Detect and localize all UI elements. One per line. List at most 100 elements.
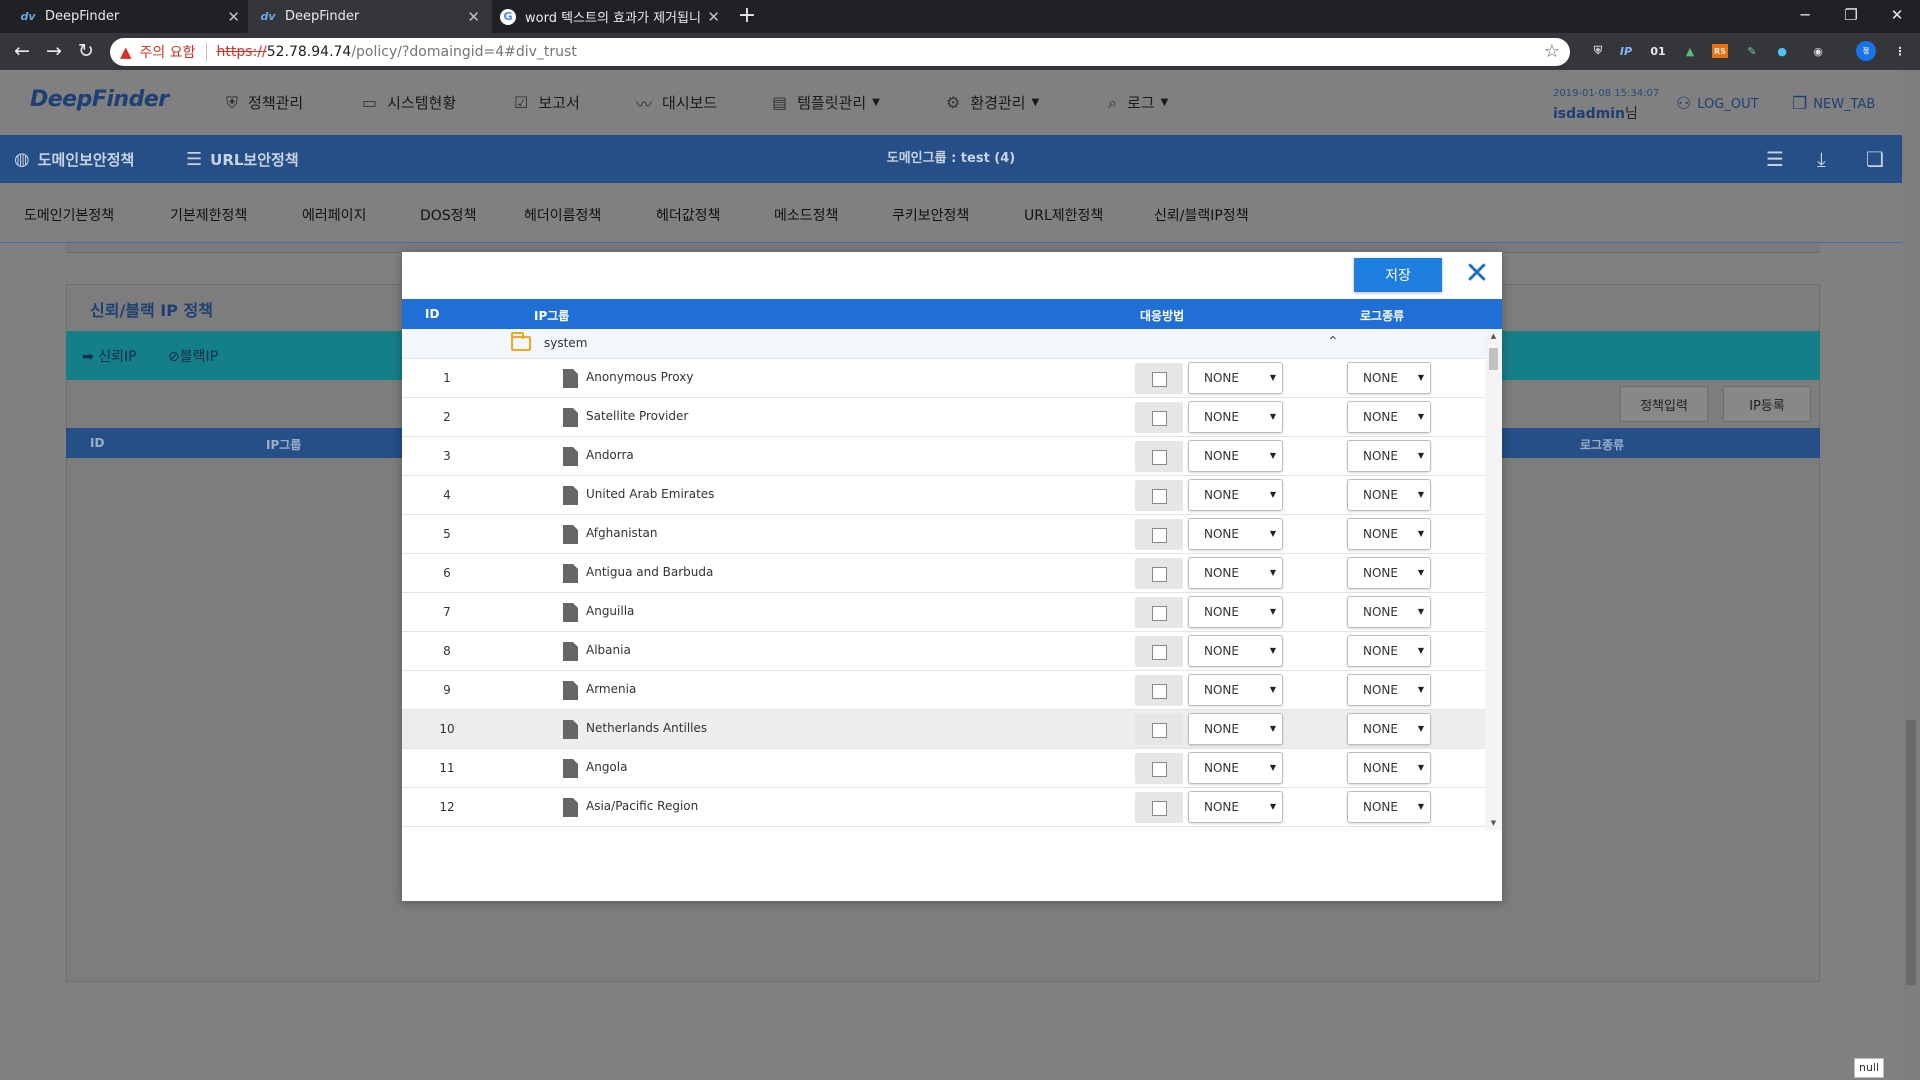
page-scrollbar-thumb[interactable] xyxy=(1906,720,1916,985)
table-row[interactable]: 10 Netherlands Antilles NONE NONE xyxy=(402,710,1485,749)
row-checkbox[interactable] xyxy=(1135,363,1183,394)
tab-url-restriction[interactable]: URL제한정책 xyxy=(1024,205,1103,225)
row-checkbox[interactable] xyxy=(1135,753,1183,784)
chevron-up-icon[interactable]: ⌃ xyxy=(1327,334,1339,350)
table-row[interactable]: 9 Armenia NONE NONE xyxy=(402,671,1485,710)
address-bar[interactable]: ▲ 주의 요함 https:// 52.78.94.74 /policy/?do… xyxy=(110,38,1570,66)
response-select[interactable]: NONE xyxy=(1188,635,1283,667)
tab-domain-basic[interactable]: 도메인기본정책 xyxy=(24,205,114,225)
logout-button[interactable]: ⚇ LOG_OUT xyxy=(1676,94,1759,114)
security-warning[interactable]: 주의 요함 xyxy=(140,42,196,62)
restore-icon[interactable]: ❐ xyxy=(1828,0,1874,30)
log-type-select[interactable]: NONE xyxy=(1347,440,1431,472)
back-icon[interactable]: ← xyxy=(8,37,36,65)
row-checkbox[interactable] xyxy=(1135,714,1183,745)
tab-dos[interactable]: DOS정책 xyxy=(420,205,476,225)
extension-shield-icon[interactable]: ⛨ xyxy=(1588,41,1608,61)
nav-dashboard[interactable]: 〰 대시보드 xyxy=(636,70,717,135)
tab-header-name[interactable]: 헤더이름정책 xyxy=(524,205,601,225)
browser-tab-1[interactable]: dv DeepFinder ✕ xyxy=(8,0,252,33)
extension-drive-icon[interactable]: ▲ xyxy=(1680,41,1700,61)
log-type-select[interactable]: NONE xyxy=(1347,635,1431,667)
response-select[interactable]: NONE xyxy=(1188,362,1283,394)
extension-01-icon[interactable]: 01 xyxy=(1648,41,1668,61)
modal-scrollbar-thumb[interactable] xyxy=(1489,348,1498,370)
response-select[interactable]: NONE xyxy=(1188,596,1283,628)
log-type-select[interactable]: NONE xyxy=(1347,752,1431,784)
response-select[interactable]: NONE xyxy=(1188,440,1283,472)
row-checkbox[interactable] xyxy=(1135,441,1183,472)
bookmark-star-icon[interactable]: ☆ xyxy=(1544,41,1560,62)
extension-circle-icon[interactable]: ◉ xyxy=(1808,41,1828,61)
log-type-select[interactable]: NONE xyxy=(1347,518,1431,550)
response-select[interactable]: NONE xyxy=(1188,518,1283,550)
nav-system-status[interactable]: ▭ 시스템현황 xyxy=(362,70,456,135)
row-checkbox[interactable] xyxy=(1135,792,1183,823)
extension-ip-icon[interactable]: IP xyxy=(1616,41,1636,61)
table-row[interactable]: 8 Albania NONE NONE xyxy=(402,632,1485,671)
browser-menu-icon[interactable]: ⋮ xyxy=(1890,41,1910,61)
browser-tab-3[interactable]: G word 텍스트의 효과가 제거됩니 ✕ xyxy=(488,0,732,33)
log-type-select[interactable]: NONE xyxy=(1347,713,1431,745)
extension-pin-icon[interactable]: ✎ xyxy=(1742,41,1762,61)
browser-tab-2[interactable]: dv DeepFinder ✕ xyxy=(248,0,492,33)
log-type-select[interactable]: NONE xyxy=(1347,362,1431,394)
app-logo[interactable]: DeepFinder xyxy=(30,87,169,112)
list-view-icon[interactable]: ☰ xyxy=(1766,147,1784,171)
row-checkbox[interactable] xyxy=(1135,480,1183,511)
log-type-select[interactable]: NONE xyxy=(1347,674,1431,706)
minimize-icon[interactable]: ─ xyxy=(1782,0,1828,30)
forward-icon[interactable]: → xyxy=(40,37,68,65)
table-row[interactable]: 6 Antigua and Barbuda NONE NONE xyxy=(402,554,1485,593)
table-row[interactable]: 7 Anguilla NONE NONE xyxy=(402,593,1485,632)
url-security-tab[interactable]: ☰ URL보안정책 xyxy=(186,135,299,183)
response-select[interactable]: NONE xyxy=(1188,401,1283,433)
tab-close-icon[interactable]: ✕ xyxy=(227,8,240,26)
reload-icon[interactable]: ↻ xyxy=(72,37,100,65)
nav-report[interactable]: ☑ 보고서 xyxy=(514,70,580,135)
tab-error-page[interactable]: 에러페이지 xyxy=(302,205,366,225)
black-ip-tab[interactable]: ⊘블랙IP xyxy=(168,346,218,366)
tab-close-icon[interactable]: ✕ xyxy=(467,8,480,26)
new-tab-button[interactable]: + xyxy=(734,4,760,30)
log-type-select[interactable]: NONE xyxy=(1347,401,1431,433)
modal-scrollbar[interactable]: ▲ ▼ xyxy=(1485,329,1502,830)
close-icon[interactable]: ✕ xyxy=(1462,259,1492,290)
table-row[interactable]: 1 Anonymous Proxy NONE NONE xyxy=(402,359,1485,398)
tab-close-icon[interactable]: ✕ xyxy=(707,8,720,26)
profile-avatar-icon[interactable]: 정 xyxy=(1856,41,1876,61)
domain-security-tab[interactable]: ◍ 도메인보안정책 xyxy=(14,135,134,183)
row-checkbox[interactable] xyxy=(1135,519,1183,550)
row-checkbox[interactable] xyxy=(1135,636,1183,667)
group-row-system[interactable]: system ⌃ xyxy=(402,329,1485,359)
nav-log[interactable]: ⌕ 로그 ▼ xyxy=(1108,70,1168,135)
table-row[interactable]: 4 United Arab Emirates NONE NONE xyxy=(402,476,1485,515)
table-row[interactable]: 5 Afghanistan NONE NONE xyxy=(402,515,1485,554)
nav-environment[interactable]: ⚙ 환경관리 ▼ xyxy=(946,70,1039,135)
copy-icon[interactable]: ❏ xyxy=(1866,147,1884,171)
log-type-select[interactable]: NONE xyxy=(1347,479,1431,511)
log-type-select[interactable]: NONE xyxy=(1347,596,1431,628)
table-row[interactable]: 11 Angola NONE NONE xyxy=(402,749,1485,788)
newtab-button[interactable]: ❐ NEW_TAB xyxy=(1792,94,1875,114)
download-icon[interactable]: ⤓ xyxy=(1817,147,1826,171)
scroll-down-icon[interactable]: ▼ xyxy=(1485,816,1502,830)
response-select[interactable]: NONE xyxy=(1188,557,1283,589)
ip-register-button[interactable]: IP등록 xyxy=(1723,386,1811,422)
trust-ip-tab[interactable]: ➡ 신뢰IP xyxy=(82,346,137,366)
table-row[interactable]: 12 Asia/Pacific Region NONE NONE xyxy=(402,788,1485,827)
response-select[interactable]: NONE xyxy=(1188,752,1283,784)
nav-policy[interactable]: ⛨ 정책관리 xyxy=(226,70,303,135)
tab-method[interactable]: 메소드정책 xyxy=(774,205,838,225)
log-type-select[interactable]: NONE xyxy=(1347,557,1431,589)
table-row[interactable]: 3 Andorra NONE NONE xyxy=(402,437,1485,476)
policy-input-button[interactable]: 정책입력 xyxy=(1620,386,1708,422)
row-checkbox[interactable] xyxy=(1135,675,1183,706)
tab-trust-black-ip[interactable]: 신뢰/블랙IP정책 xyxy=(1154,205,1249,225)
nav-template[interactable]: ▤ 템플릿관리 ▼ xyxy=(772,70,880,135)
row-checkbox[interactable] xyxy=(1135,402,1183,433)
response-select[interactable]: NONE xyxy=(1188,791,1283,823)
response-select[interactable]: NONE xyxy=(1188,479,1283,511)
window-close-icon[interactable]: ✕ xyxy=(1874,0,1920,30)
log-type-select[interactable]: NONE xyxy=(1347,791,1431,823)
